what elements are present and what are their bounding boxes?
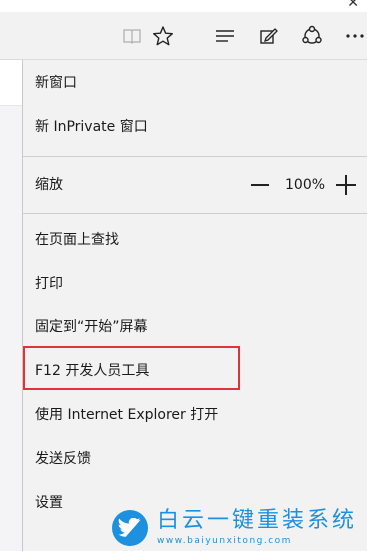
page-content <box>0 60 22 551</box>
star-icon <box>153 26 173 46</box>
hub-button[interactable] <box>211 22 239 50</box>
more-icon <box>346 34 364 38</box>
share-icon <box>302 25 322 44</box>
menu-item-pin-to-start[interactable]: 固定到“开始”屏幕 <box>35 317 148 337</box>
title-bar: ✕ <box>0 0 367 12</box>
close-icon[interactable]: ✕ <box>347 0 359 11</box>
menu-item-send-feedback[interactable]: 发送反馈 <box>35 449 91 469</box>
watermark-url: www.baiyunxitong.com <box>157 536 292 546</box>
menu-item-new-window[interactable]: 新窗口 <box>35 73 77 93</box>
web-note-icon <box>260 28 278 44</box>
page-content-strip <box>0 60 22 106</box>
reading-view-button[interactable] <box>118 22 146 50</box>
favorite-button[interactable] <box>149 22 177 50</box>
menu-divider <box>23 156 367 157</box>
zoom-out-button[interactable] <box>251 184 269 186</box>
browser-toolbar <box>0 12 367 60</box>
menu-divider <box>23 213 367 214</box>
highlight-box <box>23 346 240 390</box>
menu-item-new-inprivate-window[interactable]: 新 InPrivate 窗口 <box>35 117 148 137</box>
watermark-title: 白云一键重装系统 <box>157 508 358 533</box>
menu-item-open-with-ie[interactable]: 使用 Internet Explorer 打开 <box>35 405 218 425</box>
hub-icon <box>216 30 234 42</box>
web-note-button[interactable] <box>254 22 282 50</box>
menu-item-print[interactable]: 打印 <box>35 274 63 294</box>
more-button[interactable] <box>341 22 367 50</box>
zoom-value: 100% <box>285 177 326 193</box>
menu-item-find-on-page[interactable]: 在页面上查找 <box>35 230 119 250</box>
zoom-in-button[interactable] <box>336 175 356 195</box>
book-icon <box>123 29 141 44</box>
bird-logo-icon <box>112 510 148 546</box>
menu-item-settings[interactable]: 设置 <box>35 493 63 513</box>
zoom-label: 缩放 <box>35 177 63 193</box>
watermark: 白云一键重装系统 www.baiyunxitong.com <box>112 505 367 551</box>
share-button[interactable] <box>298 22 326 50</box>
more-actions-menu: 新窗口 新 InPrivate 窗口 缩放 100% 在页面上查找 打印 固定到… <box>22 60 367 551</box>
